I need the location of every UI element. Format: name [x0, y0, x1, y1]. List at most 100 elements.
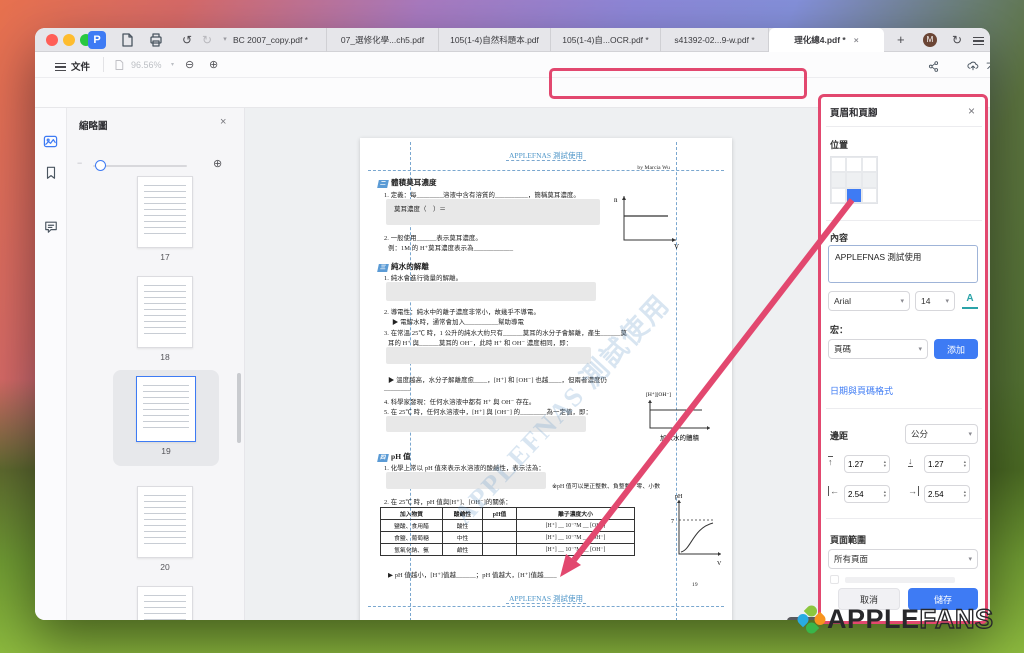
position-cell-body	[846, 172, 861, 187]
answer-box	[386, 282, 596, 301]
thumbnail-page-18[interactable]	[137, 276, 193, 348]
thumbnail-page-21[interactable]	[137, 586, 193, 620]
position-cell-top-left[interactable]	[831, 157, 846, 172]
thumb-zoom-in-icon[interactable]: ⊕	[213, 157, 222, 170]
redo-icon[interactable]: ↻	[199, 32, 215, 48]
bookmarks-panel-icon[interactable]	[44, 166, 58, 185]
stepper-arrows[interactable]: ▴▾	[884, 490, 886, 498]
close-panel-icon[interactable]: ×	[968, 104, 975, 118]
thumbnails-scrollbar[interactable]	[237, 373, 241, 443]
font-color-icon[interactable]: A	[962, 293, 978, 309]
stepper-arrows[interactable]: ▴▾	[884, 460, 886, 468]
position-cell-top-center[interactable]	[846, 157, 861, 172]
thumb-zoom-out-icon[interactable]: −	[77, 158, 82, 168]
margin-bottom-input[interactable]: 1.27 ▴▾	[924, 455, 970, 473]
close-panel-icon[interactable]: ×	[220, 116, 226, 128]
minimize-window-button[interactable]	[63, 34, 75, 46]
content-input[interactable]: APPLEFNAS 測試使用	[828, 245, 978, 283]
doc-tab[interactable]: BC 2007_copy.pdf *	[215, 28, 327, 52]
file-menu[interactable]: 文件	[71, 59, 90, 73]
margin-label: 邊距	[830, 429, 848, 442]
sidebar-icon-strip	[35, 108, 67, 620]
comments-panel-icon[interactable]	[44, 220, 58, 239]
thumbnail-size-slider-track[interactable]	[93, 165, 187, 167]
n-v-graph: n V	[612, 188, 682, 250]
position-cell-bottom-center-selected[interactable]	[846, 188, 861, 203]
divider	[103, 57, 104, 72]
macro-select[interactable]: 頁碼▾	[828, 339, 928, 359]
byline: by Marcia Wu	[637, 165, 670, 171]
account-avatar[interactable]: M	[923, 33, 937, 47]
stepper-arrows[interactable]: ▴▾	[964, 490, 966, 498]
doc-line: 4. 科學家發現：任何水溶液中都有 H⁺ 與 OH⁻ 存在。	[384, 397, 535, 406]
font-size-select[interactable]: 14▾	[915, 291, 955, 311]
ph-graph: pH 7 V	[665, 490, 727, 568]
section-badge: 二	[377, 180, 389, 188]
thumbnails-panel-icon[interactable]	[43, 134, 58, 154]
zoom-out-icon[interactable]: ⊖	[185, 58, 194, 71]
stepper-arrows[interactable]: ▴▾	[964, 460, 966, 468]
margin-right-input[interactable]: 2.54 ▴▾	[924, 485, 970, 503]
doc-tab-active[interactable]: 理化總4.pdf * ×	[769, 28, 884, 52]
content-label: 內容	[830, 231, 848, 244]
undo-icon[interactable]: ↺	[179, 32, 195, 48]
panel-title: 頁眉和頁腳	[830, 105, 878, 119]
position-cell-body	[831, 172, 846, 187]
add-macro-button[interactable]: 添加	[934, 339, 978, 359]
doc-tab[interactable]: 105(1-4)自...OCR.pdf *	[551, 28, 661, 52]
divider	[826, 518, 982, 519]
position-cell-bottom-left[interactable]	[831, 188, 846, 203]
pdf-page[interactable]: APPLEFNAS 測試使用 by Marcia Wu 二體積莫耳濃度 1. 定…	[360, 138, 732, 620]
doc-line: ▶ 電解水時，通常會加入__________幫助導電	[392, 317, 524, 326]
close-tab-icon[interactable]: ×	[854, 35, 859, 45]
font-family-select[interactable]: Arial▾	[828, 291, 910, 311]
page-range-label: 頁面範圍	[830, 533, 866, 546]
thumbnail-page-19-selected[interactable]: 19	[113, 370, 219, 466]
footer-guide-line	[368, 606, 724, 607]
svg-text:pH: pH	[675, 494, 683, 500]
new-tab-button[interactable]: +	[897, 32, 905, 47]
page-footer-text[interactable]: APPLEFNAS 測試使用	[360, 593, 732, 604]
sync-icon[interactable]: ↻	[949, 32, 965, 48]
doc-tab[interactable]: 07_選修化學...ch5.pdf	[327, 28, 439, 52]
menubar: 文件 96.56% ▾ ⊖ ⊕ 首頁 註解 編輯 轉換 頁面 保護 表單 工具 …	[35, 52, 990, 78]
thumbnail-page-17[interactable]	[137, 176, 193, 248]
applefans-logo: APPLEFANS	[800, 604, 994, 635]
option-checkbox[interactable]	[830, 575, 839, 584]
window-menu-icon[interactable]	[973, 35, 984, 47]
thumbnail-page-20[interactable]	[137, 486, 193, 558]
faded-option-text	[845, 577, 955, 583]
date-page-format-link[interactable]: 日期與頁碼格式	[830, 384, 893, 397]
position-cell-bottom-right[interactable]	[862, 188, 877, 203]
page-view-icon[interactable]	[113, 58, 125, 76]
doc-tab[interactable]: 105(1-4)自然科題本.pdf	[439, 28, 551, 52]
cloud-upload-icon[interactable]	[967, 59, 979, 77]
margin-right-icon: →	[908, 486, 919, 496]
close-window-button[interactable]	[46, 34, 58, 46]
position-cell-top-right[interactable]	[862, 157, 877, 172]
margin-bottom-icon: ↓	[908, 456, 913, 467]
margin-unit-select[interactable]: 公分▾	[905, 424, 978, 444]
new-document-icon[interactable]	[119, 32, 135, 48]
position-cell-body	[862, 172, 877, 187]
divider	[826, 408, 982, 409]
page-header-text[interactable]: APPLEFNAS 測試使用	[360, 150, 732, 161]
doc-line: 例：1M 的 H⁺莫耳濃度表示為____________	[388, 243, 513, 252]
svg-text:V: V	[717, 561, 722, 567]
zoom-in-icon[interactable]: ⊕	[209, 58, 218, 71]
doc-tab[interactable]: s41392-02...9-w.pdf *	[661, 28, 769, 52]
section-badge: 三	[377, 264, 389, 272]
zoom-chevron-icon[interactable]: ▾	[171, 61, 174, 68]
margin-top-input[interactable]: 1.27 ▴▾	[844, 455, 890, 473]
thumbnail-size-slider-knob[interactable]	[95, 160, 106, 171]
chevron-down-icon: ▾	[900, 297, 904, 305]
collapse-toolbar-icon[interactable]	[985, 59, 990, 77]
doc-line: 1. 定義：每________溶液中含有溶質的__________，簡稱莫耳濃度…	[384, 190, 580, 199]
divider	[826, 126, 982, 127]
print-icon[interactable]	[148, 32, 164, 48]
margin-left-input[interactable]: 2.54 ▴▾	[844, 485, 890, 503]
page-range-select[interactable]: 所有頁面▾	[828, 549, 978, 569]
share-icon[interactable]	[928, 59, 939, 77]
svg-text:n: n	[614, 196, 618, 204]
thumbnails-panel-title: 縮略圖	[79, 118, 108, 132]
